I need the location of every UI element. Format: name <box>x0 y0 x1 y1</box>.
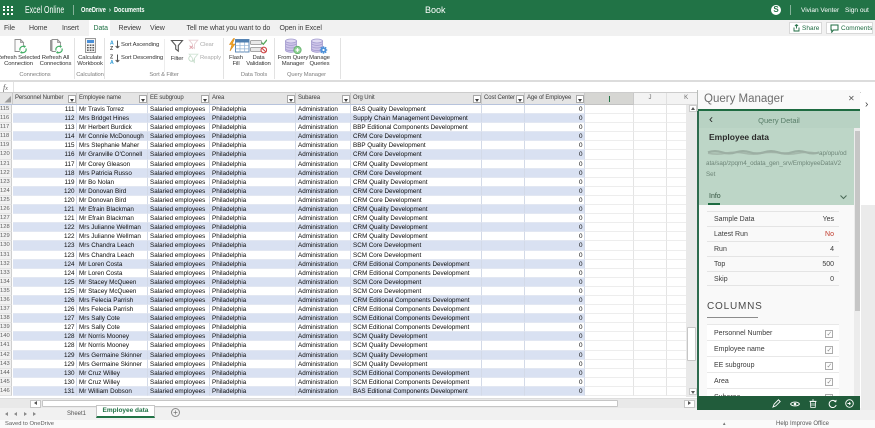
svg-text:Z: Z <box>110 46 114 50</box>
svg-text:A: A <box>110 60 114 64</box>
